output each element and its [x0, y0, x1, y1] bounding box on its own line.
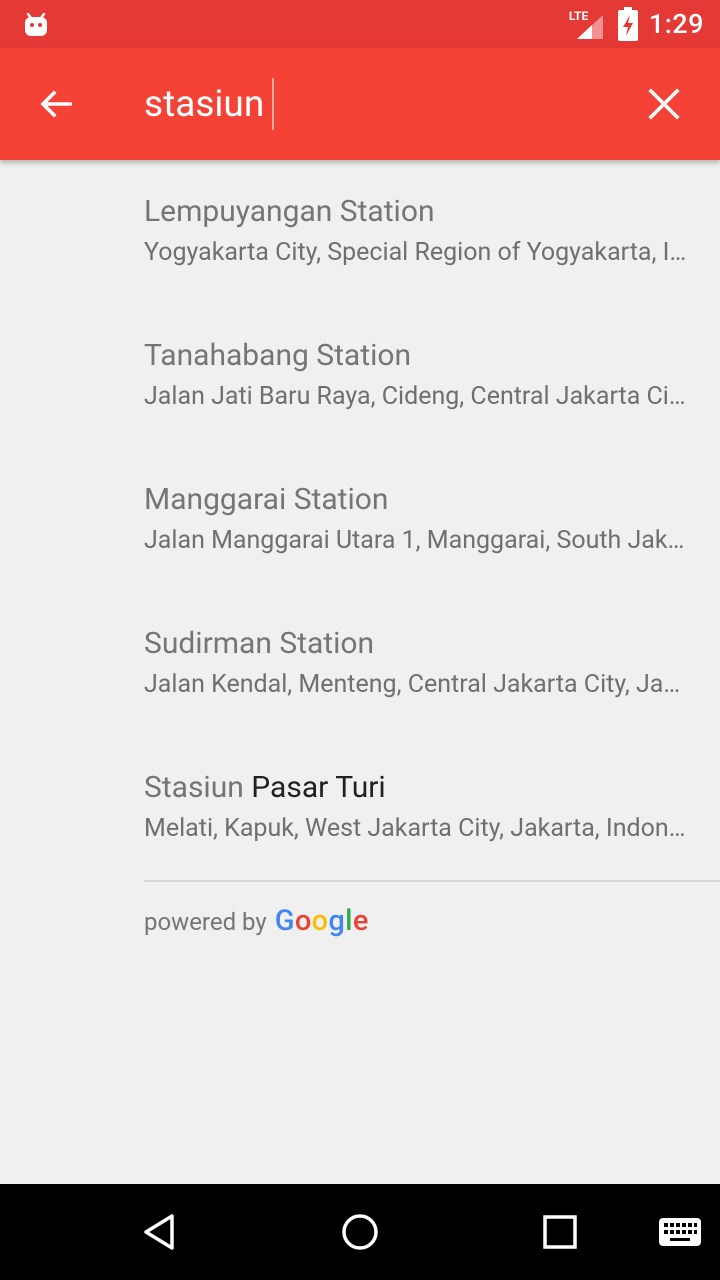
- status-bar: LTE 1:29: [0, 0, 720, 48]
- attribution-text: powered by: [144, 908, 267, 936]
- close-icon[interactable]: [646, 86, 682, 122]
- result-title: Sudirman Station: [144, 626, 375, 661]
- nav-home-icon[interactable]: [336, 1208, 384, 1256]
- search-app-bar: stasiun: [0, 48, 720, 160]
- result-title: Lempuyangan Station: [144, 194, 435, 229]
- result-title: Tanahabang Station: [144, 338, 412, 373]
- search-input[interactable]: stasiun: [144, 78, 275, 130]
- arrow-back-icon[interactable]: [36, 84, 76, 124]
- result-item[interactable]: Tanahabang Station Jalan Jati Baru Raya,…: [0, 304, 720, 448]
- result-item[interactable]: Lempuyangan Station Yogyakarta City, Spe…: [0, 160, 720, 304]
- search-query-text: stasiun: [144, 82, 265, 126]
- result-address: Yogyakarta City, Special Region of Yogya…: [144, 238, 688, 267]
- search-results-list: Lempuyangan Station Yogyakarta City, Spe…: [0, 160, 720, 880]
- android-debug-icon: [25, 12, 47, 36]
- result-item[interactable]: Sudirman Station Jalan Kendal, Menteng, …: [0, 592, 720, 736]
- nav-back-icon[interactable]: [136, 1208, 184, 1256]
- result-title: Stasiun Pasar Turi: [144, 770, 704, 805]
- nav-recents-icon[interactable]: [536, 1208, 584, 1256]
- result-address: Jalan Manggarai Utara 1, Manggarai, Sout…: [144, 526, 688, 555]
- result-title-match: Pasar Turi: [251, 770, 386, 805]
- result-title: Manggarai Station: [144, 482, 389, 517]
- result-item[interactable]: Stasiun Pasar Turi Melati, Kapuk, West J…: [0, 736, 720, 880]
- navigation-bar: [0, 1184, 720, 1280]
- text-cursor: [272, 78, 275, 130]
- keyboard-icon[interactable]: [656, 1208, 704, 1256]
- google-attribution: powered by Google: [144, 904, 369, 938]
- status-icons: LTE 1:29: [567, 0, 704, 48]
- status-time: 1:29: [648, 8, 704, 40]
- google-logo: Google: [274, 904, 369, 938]
- result-address: Jalan Kendal, Menteng, Central Jakarta C…: [144, 670, 688, 699]
- result-address: Jalan Jati Baru Raya, Cideng, Central Ja…: [144, 382, 688, 411]
- result-title-prefix: Stasiun: [144, 770, 252, 805]
- result-address: Melati, Kapuk, West Jakarta City, Jakart…: [144, 814, 688, 843]
- result-item[interactable]: Manggarai Station Jalan Manggarai Utara …: [0, 448, 720, 592]
- divider: [144, 880, 720, 882]
- battery-charging-icon: [617, 7, 638, 41]
- signal-icon: LTE: [567, 9, 607, 39]
